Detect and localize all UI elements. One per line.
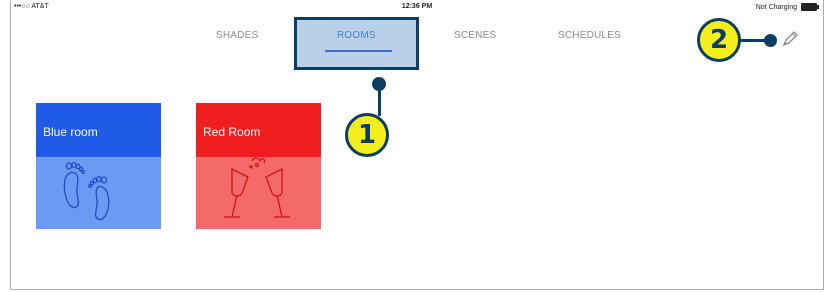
callout-2: 2 xyxy=(697,18,741,62)
clock: 12:36 PM xyxy=(401,3,433,10)
room-tile-header: Blue room xyxy=(36,103,161,157)
room-name: Blue room xyxy=(43,125,98,139)
room-tile-blue-room[interactable]: Blue room xyxy=(36,103,161,229)
battery-status: Not Charging xyxy=(755,3,819,11)
room-tile-header: Red Room xyxy=(196,103,321,157)
room-tile-red-room[interactable]: Red Room xyxy=(196,103,321,229)
active-tab-indicator xyxy=(325,50,392,52)
pencil-icon[interactable] xyxy=(780,29,800,49)
room-name: Red Room xyxy=(203,125,261,139)
callout-2-anchor xyxy=(764,34,777,47)
tab-schedules[interactable]: SCHEDULES xyxy=(558,30,621,41)
tab-shades[interactable]: SHADES xyxy=(216,30,258,41)
callout-1-leader xyxy=(378,82,381,116)
status-bar: •••○○ AT&T 12:36 PM Not Charging xyxy=(11,0,823,14)
battery-label: Not Charging xyxy=(755,3,797,11)
tab-rooms[interactable]: ROOMS xyxy=(337,30,376,41)
feet-icon xyxy=(63,161,110,221)
battery-icon xyxy=(801,3,819,11)
callout-1: 1 xyxy=(345,113,389,157)
champagne-glasses-icon xyxy=(224,157,290,218)
tab-scenes[interactable]: SCENES xyxy=(454,30,496,41)
